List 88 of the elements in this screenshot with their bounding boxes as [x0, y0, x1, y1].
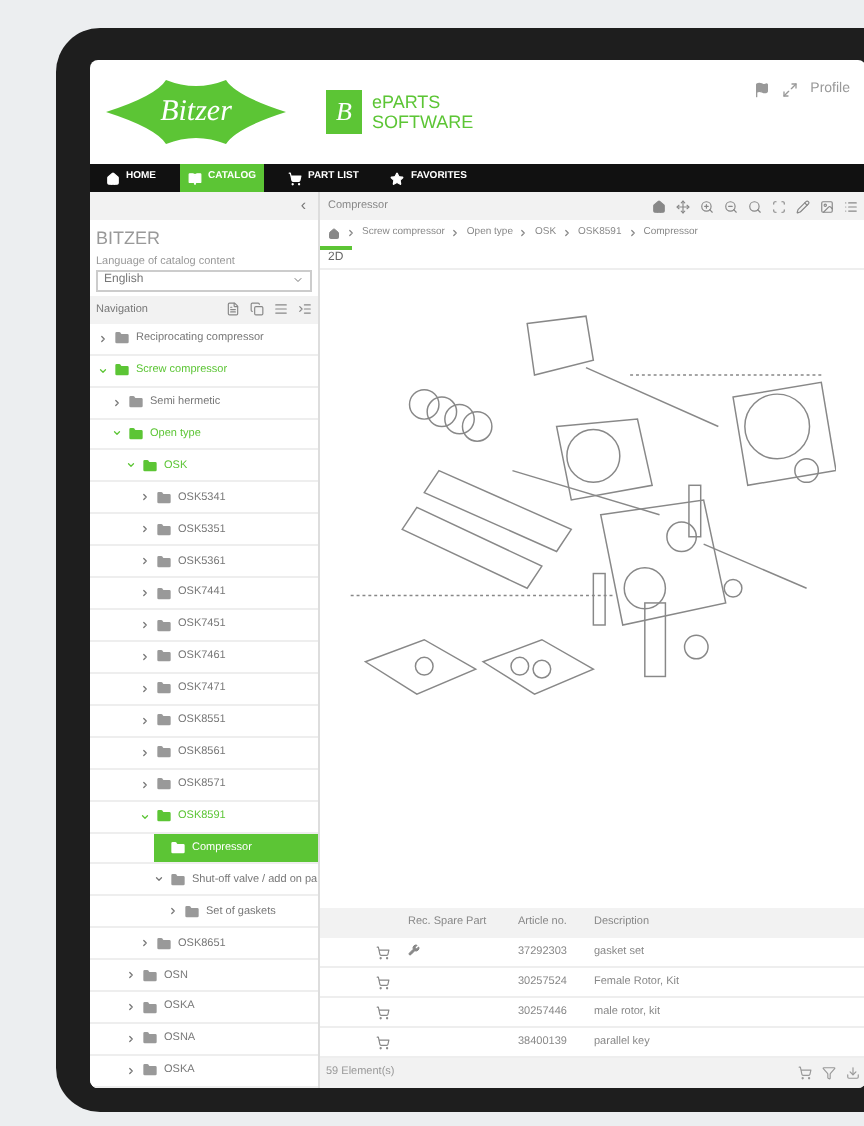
search-icon[interactable]: [748, 199, 762, 213]
cart-icon[interactable]: [376, 1005, 390, 1019]
chevron-icon: [518, 228, 529, 238]
sidebar-title: BITZER: [94, 226, 163, 252]
cart-icon: [287, 171, 302, 185]
indent-icon[interactable]: [298, 302, 312, 317]
folder-icon: [156, 553, 172, 570]
folder-icon: [142, 1062, 158, 1079]
cart-icon[interactable]: [376, 1035, 390, 1049]
folder-icon: [156, 648, 172, 665]
fit-icon[interactable]: [772, 199, 786, 213]
caret-icon: [126, 970, 136, 981]
folder-icon: [114, 330, 130, 347]
chevron-icon: [627, 228, 638, 238]
caret-icon: [168, 906, 178, 917]
caret-icon: [126, 1065, 136, 1076]
folder-icon: [128, 425, 144, 442]
home-icon: [106, 171, 120, 185]
folder-icon: [156, 585, 172, 602]
folder-icon: [142, 967, 158, 984]
caret-icon: [140, 938, 150, 949]
caret-icon: [98, 333, 108, 344]
folder-icon: [170, 871, 186, 888]
folder-icon: [156, 712, 172, 729]
download-icon[interactable]: [846, 1066, 860, 1080]
chevron-icon: [450, 228, 461, 238]
folder-icon: [156, 744, 172, 761]
app-logo-mark: B: [326, 90, 362, 134]
app-name: SOFTWARE: [372, 112, 474, 132]
star-icon: [390, 171, 405, 185]
home-icon[interactable]: [652, 199, 666, 213]
logo-shape-icon: [106, 76, 286, 148]
cart-icon[interactable]: [376, 975, 390, 989]
caret-icon: [140, 683, 150, 694]
copy-icon[interactable]: [250, 302, 264, 317]
folder-icon: [156, 808, 172, 825]
collapse-button[interactable]: ‹: [300, 194, 306, 218]
folder-icon: [156, 521, 172, 538]
caret-icon: [126, 1002, 136, 1013]
folder-icon: [142, 457, 158, 474]
folder-icon: [128, 394, 144, 411]
folder-icon: [114, 362, 130, 379]
zoom-in-icon[interactable]: [700, 199, 714, 213]
caret-icon: [140, 524, 150, 535]
caret-icon: [140, 588, 150, 599]
caret-icon: [140, 779, 150, 790]
cart-icon[interactable]: [376, 945, 390, 959]
zoom-out-icon[interactable]: [724, 199, 738, 213]
chevron-icon: [346, 228, 356, 238]
home-icon[interactable]: [328, 227, 340, 239]
chevron-icon: [562, 228, 573, 238]
fullscreen-icon[interactable]: [782, 82, 799, 99]
folder-icon: [156, 680, 172, 697]
folder-icon: [184, 903, 200, 920]
folder-icon: [156, 935, 172, 952]
caret-icon: [98, 365, 108, 376]
filter-icon[interactable]: [822, 1066, 836, 1080]
folder-icon: [170, 839, 186, 856]
caret-icon: [140, 747, 150, 758]
document-icon[interactable]: [226, 302, 240, 317]
image-icon[interactable]: [820, 199, 834, 213]
logo-text: Bitzer: [160, 93, 232, 132]
caret-icon: [140, 715, 150, 726]
wrench-icon: [408, 944, 420, 956]
caret-icon: [140, 556, 150, 567]
folder-icon: [156, 489, 172, 506]
caret-icon: [140, 651, 150, 662]
pencil-icon[interactable]: [796, 199, 810, 213]
caret-icon: [140, 811, 150, 822]
app-name: ePARTS: [372, 92, 443, 112]
list-icon[interactable]: [844, 199, 858, 213]
caret-icon: [154, 874, 164, 885]
folder-icon: [142, 1030, 158, 1047]
flag-icon[interactable]: [754, 82, 771, 99]
list-icon[interactable]: [274, 302, 288, 317]
caret-icon: [140, 492, 150, 503]
cart-icon[interactable]: [798, 1066, 812, 1080]
caret-icon: [112, 428, 122, 439]
caret-icon: [126, 460, 136, 471]
move-icon[interactable]: [676, 199, 690, 213]
folder-icon: [142, 999, 158, 1016]
dropdown-icon: [292, 274, 304, 287]
book-icon: [188, 171, 202, 185]
folder-icon: [156, 617, 172, 633]
caret-icon: [140, 620, 150, 630]
caret-icon: [112, 397, 122, 408]
folder-icon: [156, 776, 172, 793]
caret-icon: [126, 1033, 136, 1044]
